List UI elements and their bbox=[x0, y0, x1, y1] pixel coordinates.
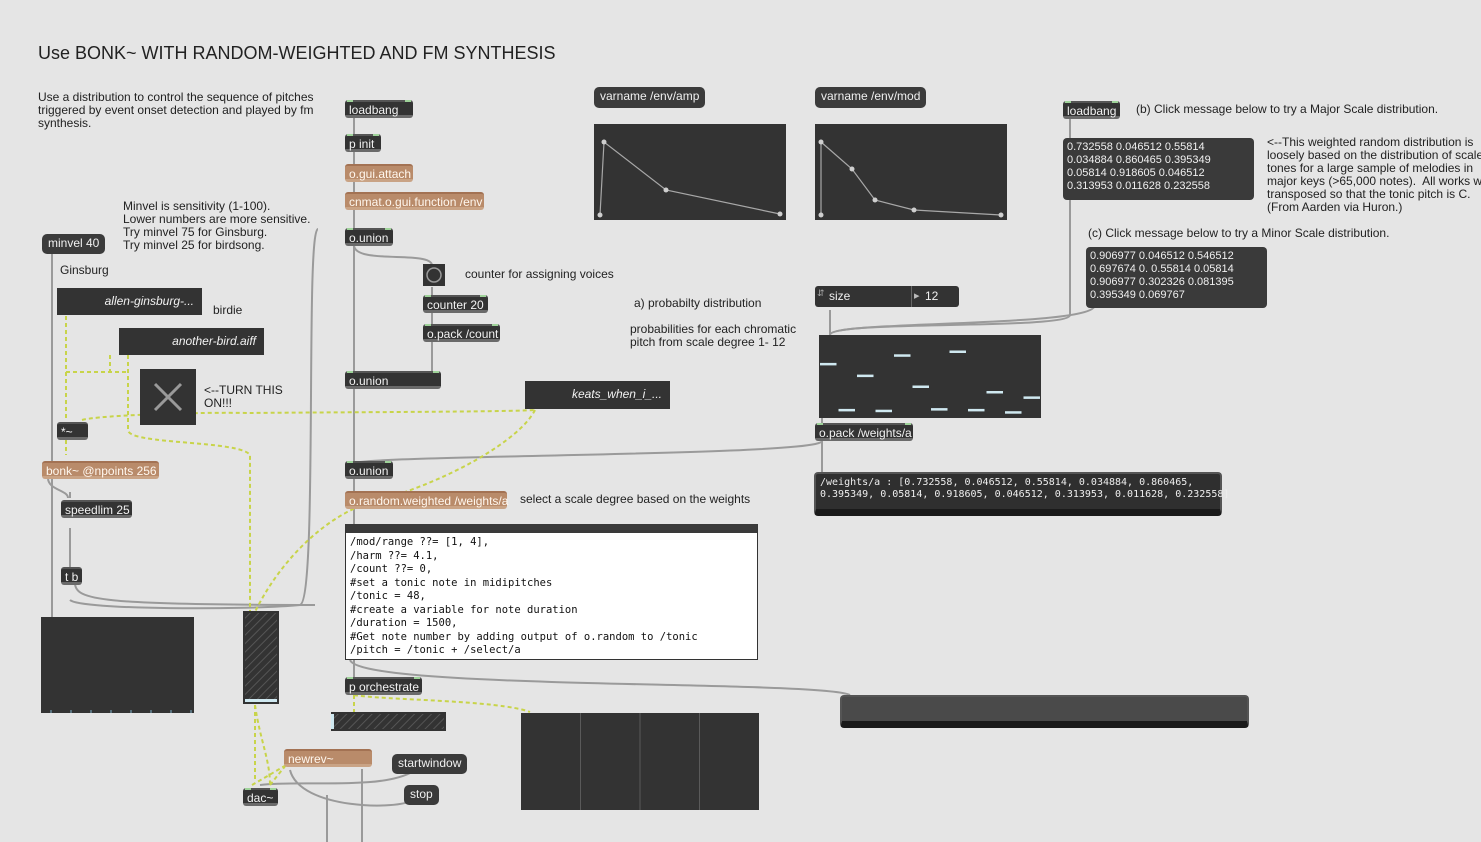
random-weighted-object[interactable]: o.random.weighted /weights/a bbox=[345, 491, 508, 509]
counter-comment: counter for assigning voices bbox=[465, 267, 614, 281]
mul-signal-object[interactable]: *~ bbox=[57, 422, 88, 440]
sfplay-ginsburg[interactable]: allen-ginsburg-... bbox=[57, 288, 202, 315]
speedlim-object[interactable]: speedlim 25 bbox=[61, 500, 132, 518]
loadbang-object[interactable]: loadbang bbox=[345, 100, 413, 118]
loadbang-object-2[interactable]: loadbang bbox=[1063, 101, 1120, 119]
mod-envelope-function[interactable] bbox=[815, 124, 1007, 220]
voice-scope-panel bbox=[521, 713, 759, 810]
startwindow-message[interactable]: startwindow bbox=[392, 754, 468, 774]
major-comment: (b) Click message below to try a Major S… bbox=[1136, 102, 1439, 116]
multislider-bar[interactable] bbox=[857, 374, 874, 378]
major-description: <--This weighted random distribution is … bbox=[1267, 136, 1481, 214]
counter-object[interactable]: counter 20 bbox=[423, 295, 488, 313]
play-triangle-icon: ▸ bbox=[914, 290, 920, 302]
minor-comment: (c) Click message below to try a Minor S… bbox=[1088, 226, 1390, 240]
varname-amp-message[interactable]: varname /env/amp bbox=[594, 87, 706, 108]
multislider-bar[interactable] bbox=[912, 385, 930, 389]
size-label: size bbox=[829, 289, 851, 303]
multislider-bar[interactable] bbox=[838, 408, 856, 412]
birdie-label: birdie bbox=[213, 303, 243, 317]
ginsburg-label: Ginsburg bbox=[60, 263, 109, 277]
minor-scale-message[interactable]: 0.906977 0.046512 0.546512 0.697674 0. 0… bbox=[1086, 247, 1267, 308]
turn-on-comment: <--TURN THIS ON!!! bbox=[204, 383, 283, 410]
empty-display bbox=[840, 695, 1249, 728]
gui-attach-object[interactable]: o.gui.attach bbox=[345, 164, 413, 182]
p-init-object[interactable]: p init bbox=[345, 134, 381, 152]
multislider-bar[interactable] bbox=[986, 391, 1004, 394]
updown-icon: ⇵ bbox=[817, 288, 825, 298]
bonk-object[interactable]: bonk~ @npoints 256 bbox=[42, 461, 159, 479]
multislider-bar[interactable] bbox=[1023, 396, 1041, 399]
toggle[interactable] bbox=[140, 369, 196, 425]
stop-message[interactable]: stop bbox=[404, 785, 439, 805]
pack-weights-object[interactable]: o.pack /weights/a bbox=[815, 423, 913, 441]
multislider-bar[interactable] bbox=[931, 408, 948, 411]
varname-mod-message[interactable]: varname /env/mod bbox=[815, 87, 927, 108]
minvel-message[interactable]: minvel 40 bbox=[42, 234, 106, 254]
multislider-bar[interactable] bbox=[875, 409, 893, 413]
weights-multislider[interactable] bbox=[819, 335, 1041, 418]
select-comment: select a scale degree based on the weigh… bbox=[520, 492, 751, 506]
bang-icon bbox=[426, 267, 442, 283]
union-object-3[interactable]: o.union bbox=[345, 461, 393, 479]
size-value[interactable]: 12 bbox=[925, 289, 938, 303]
o-expr-code-box[interactable]: /mod/range ??= [1, 4], /harm ??= 4.1, /c… bbox=[345, 524, 758, 660]
amp-envelope-function[interactable] bbox=[594, 124, 786, 220]
bonk-meter-panel bbox=[41, 617, 194, 713]
bang-button[interactable] bbox=[423, 264, 445, 286]
gain-horizontal-slider[interactable] bbox=[331, 712, 446, 731]
weights-display: /weights/a : [0.732558, 0.046512, 0.5581… bbox=[814, 472, 1229, 516]
multislider-bar[interactable] bbox=[949, 350, 967, 354]
multislider-bar[interactable] bbox=[894, 354, 911, 357]
size-attrui[interactable]: ⇵ size ▸ 12 bbox=[815, 286, 959, 307]
union-object-1[interactable]: o.union bbox=[345, 228, 393, 246]
major-scale-message[interactable]: 0.732558 0.046512 0.55814 0.034884 0.860… bbox=[1063, 138, 1254, 200]
pack-count-object[interactable]: o.pack /count bbox=[423, 324, 500, 342]
gain-slider[interactable] bbox=[243, 611, 279, 704]
gui-function-object[interactable]: cnmat.o.gui.function /env bbox=[345, 192, 484, 210]
prob-desc-comment: probabilities for each chromatic pitch f… bbox=[630, 322, 797, 349]
sfplay-bird[interactable]: another-bird.aiff bbox=[119, 328, 264, 355]
prob-a-comment: a) probabilty distribution bbox=[634, 296, 762, 310]
trigger-object[interactable]: t b bbox=[61, 567, 82, 585]
dac-object[interactable]: dac~ bbox=[243, 788, 278, 806]
x-toggle-icon bbox=[153, 382, 183, 412]
multislider-bar[interactable] bbox=[820, 362, 837, 366]
multislider-bar[interactable] bbox=[968, 408, 985, 412]
union-object-2[interactable]: o.union bbox=[345, 371, 441, 389]
orchestrate-object[interactable]: p orchestrate bbox=[345, 677, 422, 695]
multislider-bar[interactable] bbox=[1005, 411, 1022, 414]
patch-title: Use BONK~ WITH RANDOM-WEIGHTED AND FM SY… bbox=[38, 43, 556, 63]
minvel-comment: Minvel is sensitivity (1-100). Lower num… bbox=[123, 199, 311, 252]
sfplay-keats[interactable]: keats_when_i_... bbox=[525, 381, 670, 409]
newrev-object[interactable]: newrev~ bbox=[284, 749, 372, 767]
intro-comment: Use a distribution to control the sequen… bbox=[38, 90, 314, 130]
